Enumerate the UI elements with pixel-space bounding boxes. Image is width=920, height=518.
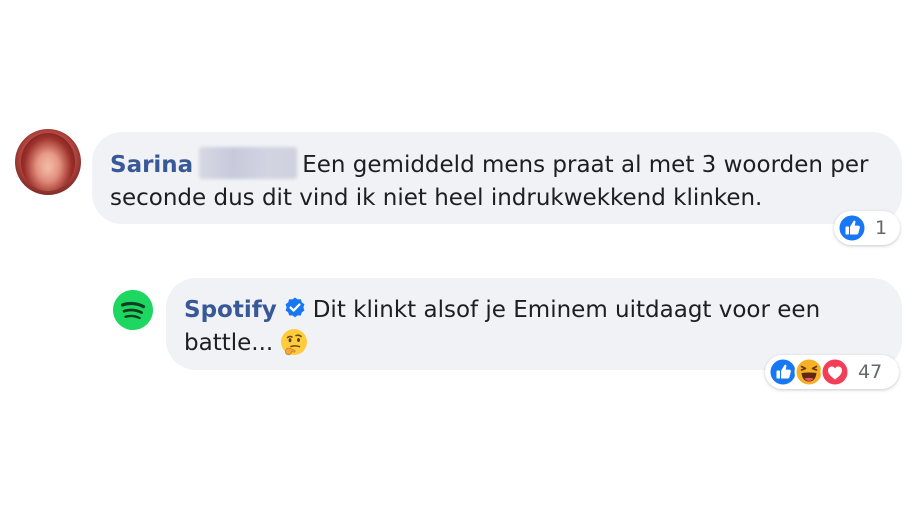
- reactions-summary[interactable]: 47: [765, 355, 899, 389]
- like-icon: [837, 213, 867, 243]
- reactions-summary[interactable]: 1: [834, 211, 900, 245]
- avatar-spotify[interactable]: [113, 290, 153, 330]
- comment-text-line-2: seconde dus dit vind ik niet heel indruk…: [110, 185, 763, 211]
- redacted-surname: [199, 147, 298, 179]
- comment-author[interactable]: Spotify: [184, 297, 277, 323]
- reaction-count: 47: [858, 361, 883, 383]
- profile-photo: [21, 133, 75, 191]
- thinking-emoji: [281, 329, 308, 356]
- comment-bubble-sarina: Sarina Een gemiddeld mens praat al met 3 …: [92, 132, 902, 224]
- avatar-sarina[interactable]: [15, 129, 81, 195]
- reaction-count: 1: [875, 217, 888, 239]
- comment-thread: Sarina Een gemiddeld mens praat al met 3 …: [0, 0, 920, 518]
- comment-text-line-1: Dit klinkt alsof je Eminem uitdaagt voor…: [312, 297, 821, 323]
- comment-author[interactable]: Sarina: [110, 152, 193, 178]
- spotify-logo-icon: [113, 290, 153, 330]
- verified-badge-icon: [285, 297, 305, 318]
- love-icon: [820, 357, 850, 387]
- comment-text-line-2: battle...: [184, 330, 274, 356]
- comment-text-line-1: Een gemiddeld mens praat al met 3 woorde…: [302, 152, 869, 178]
